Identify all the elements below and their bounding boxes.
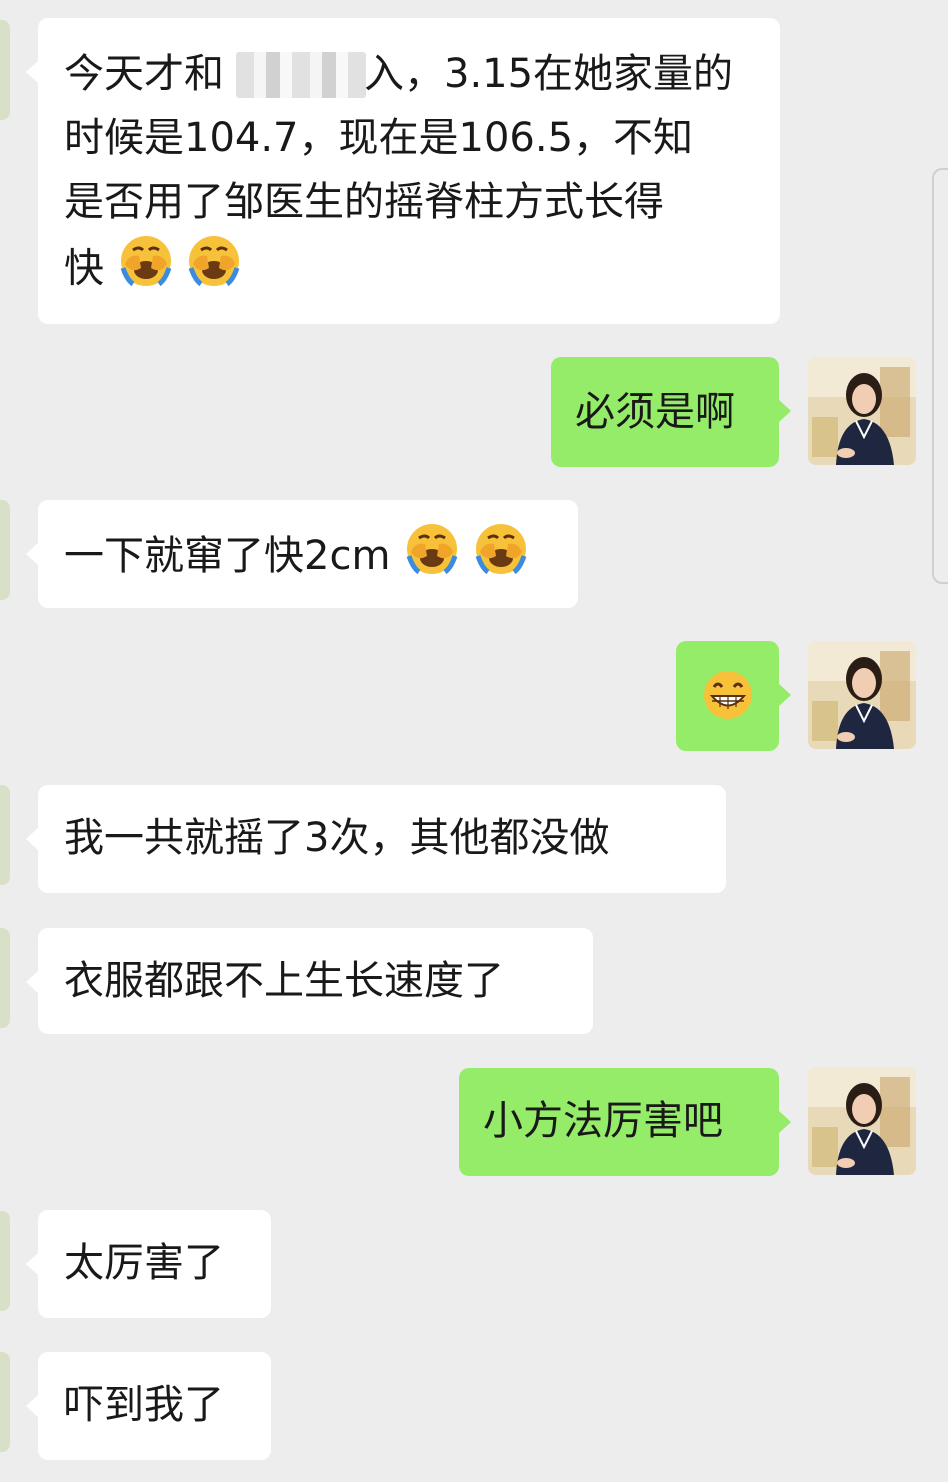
loudly-crying-face-icon (405, 522, 459, 594)
redacted-text-blur (236, 52, 366, 98)
message-bubble-incoming[interactable]: 一下就窜了快2cm (26, 500, 578, 608)
loudly-crying-face-icon (474, 522, 528, 594)
user-avatar[interactable] (808, 1067, 916, 1175)
contact-avatar-edge[interactable] (0, 928, 10, 1028)
loudly-crying-face-icon (187, 234, 241, 307)
user-avatar-photo-icon (808, 357, 916, 465)
message-bubble-outgoing[interactable]: 必须是啊 (551, 357, 791, 467)
contact-avatar-edge[interactable] (0, 20, 10, 120)
contact-avatar-edge[interactable] (0, 785, 10, 885)
user-avatar-photo-icon (808, 641, 916, 749)
message-bubble-incoming[interactable]: 太厉害了 (26, 1210, 271, 1318)
contact-avatar-edge[interactable] (0, 500, 10, 600)
user-avatar[interactable] (808, 641, 916, 749)
message-line: 时候是104.7，现在是106.5，不知 (64, 115, 694, 161)
contact-avatar-edge[interactable] (0, 1211, 10, 1311)
message-text: 衣服都跟不上生长速度了 (64, 958, 504, 1004)
message-line: 快 (64, 234, 754, 307)
message-bubble-outgoing[interactable]: 小方法厉害吧 (459, 1068, 791, 1176)
scrollbar[interactable] (932, 168, 948, 584)
chat-window: 今天才和 入，3.15在她家量的 时候是104.7，现在是106.5，不知 是否用… (0, 0, 948, 1482)
message-line: 今天才和 入，3.15在她家量的 (64, 42, 754, 106)
message-text: 太厉害了 (64, 1240, 224, 1286)
message-bubble-incoming[interactable]: 今天才和 入，3.15在她家量的 时候是104.7，现在是106.5，不知 是否用… (26, 18, 780, 324)
message-text: 今天才和 (64, 51, 224, 97)
message-text: 必须是啊 (575, 389, 735, 435)
message-text: 我一共就摇了3次，其他都没做 (64, 815, 610, 861)
message-bubble-outgoing[interactable] (676, 641, 791, 751)
loudly-crying-face-icon (119, 234, 173, 307)
message-bubble-incoming[interactable]: 吓到我了 (26, 1352, 271, 1460)
message-bubble-incoming[interactable]: 我一共就摇了3次，其他都没做 (26, 785, 726, 893)
grinning-face-icon (702, 669, 754, 739)
message-bubble-incoming[interactable]: 衣服都跟不上生长速度了 (26, 928, 593, 1034)
message-line: 是否用了邹医生的摇脊柱方式长得 (64, 179, 664, 225)
message-text: 一下就窜了快2cm (64, 533, 391, 579)
user-avatar-photo-icon (808, 1067, 916, 1175)
message-text: 入，3.15在她家量的 (364, 51, 734, 97)
contact-avatar-edge[interactable] (0, 1352, 10, 1452)
message-text: 吓到我了 (64, 1382, 224, 1428)
user-avatar[interactable] (808, 357, 916, 465)
message-text: 小方法厉害吧 (483, 1098, 723, 1144)
message-text: 快 (64, 245, 104, 292)
